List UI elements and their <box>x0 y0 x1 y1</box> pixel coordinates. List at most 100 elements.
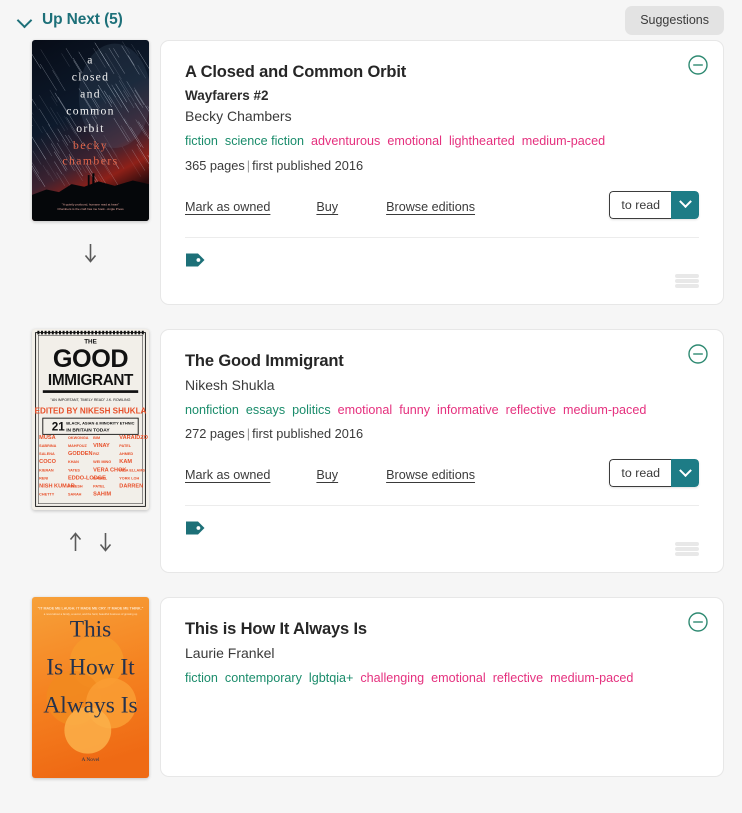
move-down-button[interactable] <box>83 242 98 264</box>
minus-circle-icon <box>687 54 709 76</box>
mood-tag[interactable]: medium-paced <box>563 403 646 417</box>
book-cover-2[interactable]: THE GOOD IMMIGRANT "AN IMPORTANT, TIMELY… <box>32 329 149 510</box>
remove-from-up-next-button[interactable] <box>687 54 709 76</box>
drag-handle-icon[interactable] <box>675 540 699 558</box>
card-footer <box>185 506 699 558</box>
book-actions: Mark as owned Buy Browse editions to rea… <box>185 191 699 223</box>
svg-text:WEI MING: WEI MING <box>93 460 111 464</box>
mood-tag[interactable]: reflective <box>506 403 556 417</box>
chevron-down-icon <box>679 195 692 208</box>
svg-text:YORK LOH: YORK LOH <box>119 476 139 480</box>
book-tags: fiction science fiction adventurous emotion… <box>185 130 555 153</box>
browse-editions-button[interactable]: Browse editions <box>386 468 475 482</box>
svg-text:Chambers is the craft has me h: Chambers is the craft has me hook - Angl… <box>57 207 124 211</box>
genre-tag[interactable]: contemporary <box>225 671 302 685</box>
move-down-button[interactable] <box>98 531 113 553</box>
book-title[interactable]: This is How It Always Is <box>185 620 699 639</box>
genre-tag[interactable]: science fiction <box>225 134 304 148</box>
book-tags: nonfiction essays politics emotional funny in… <box>185 399 555 422</box>
book-actions: Mark as owned Buy Browse editions to rea… <box>185 459 699 491</box>
buy-button[interactable]: Buy <box>316 468 338 482</box>
mark-as-owned-button[interactable]: Mark as owned <box>185 468 270 482</box>
cover-column: "IT MADE ME LAUGH. IT MADE ME CRY. IT MA… <box>20 597 160 778</box>
remove-from-up-next-button[interactable] <box>687 611 709 633</box>
book-cover-3[interactable]: "IT MADE ME LAUGH. IT MADE ME CRY. IT MA… <box>32 597 149 778</box>
drag-handle-icon[interactable] <box>675 272 699 290</box>
browse-editions-button[interactable]: Browse editions <box>386 200 475 214</box>
mood-tag[interactable]: emotional <box>387 134 442 148</box>
first-published: first published 2016 <box>252 158 363 173</box>
tag-icon <box>185 520 207 536</box>
svg-text:"AN IMPORTANT, TIMELY READ" J.: "AN IMPORTANT, TIMELY READ" J.K. ROWLING <box>50 398 130 402</box>
chevron-down-icon <box>18 13 32 27</box>
svg-text:SARAH: SARAH <box>68 492 82 496</box>
svg-text:IMMIGRANT: IMMIGRANT <box>47 372 133 389</box>
genre-tag[interactable]: nonfiction <box>185 403 239 417</box>
svg-text:HIMESH: HIMESH <box>68 484 83 488</box>
book-meta: 365 pages | first published 2016 <box>185 158 699 173</box>
book-author[interactable]: Laurie Frankel <box>185 645 699 661</box>
add-tag-button[interactable] <box>185 520 207 536</box>
shelf-status-label[interactable]: to read <box>609 191 671 219</box>
svg-text:KHAN: KHAN <box>68 460 79 464</box>
svg-text:PATEL: PATEL <box>93 484 105 488</box>
genre-tag[interactable]: essays <box>246 403 285 417</box>
genre-tag[interactable]: fiction <box>185 134 218 148</box>
genre-tag[interactable]: politics <box>292 403 331 417</box>
svg-text:BLACK, ASIAN & MINORITY ETHNIC: BLACK, ASIAN & MINORITY ETHNIC <box>66 420 134 425</box>
mood-tag[interactable]: adventurous <box>311 134 380 148</box>
shelf-status-dropdown-button[interactable] <box>671 191 699 219</box>
book-row-1: a closed and common orbit becky chambers "A q… <box>0 40 742 305</box>
shelf-status-label[interactable]: to read <box>609 459 671 487</box>
cover-column: a closed and common orbit becky chambers "A q… <box>20 40 160 265</box>
reorder-controls <box>83 241 98 265</box>
svg-text:a: a <box>87 53 93 66</box>
card-footer <box>185 238 699 290</box>
svg-text:MUSA: MUSA <box>39 435 55 441</box>
svg-text:GODDEN: GODDEN <box>68 451 92 457</box>
genre-tag[interactable]: lgbtqia+ <box>309 671 353 685</box>
up-next-collapse-toggle[interactable]: Up Next (5) <box>18 11 123 29</box>
mood-tag[interactable]: emotional <box>431 671 486 685</box>
first-published: first published 2016 <box>252 426 363 441</box>
svg-text:A Novel: A Novel <box>81 757 100 763</box>
move-up-button[interactable] <box>68 531 83 553</box>
svg-text:AHMED: AHMED <box>119 452 133 456</box>
suggestions-button[interactable]: Suggestions <box>625 6 724 35</box>
book-author[interactable]: Becky Chambers <box>185 108 699 124</box>
page-count: 365 pages <box>185 158 245 173</box>
svg-text:common: common <box>66 105 114 118</box>
buy-button[interactable]: Buy <box>316 200 338 214</box>
mood-tag[interactable]: informative <box>437 403 499 417</box>
svg-text:VINAY: VINAY <box>93 443 110 449</box>
book-title[interactable]: The Good Immigrant <box>185 352 699 371</box>
svg-text:KAM: KAM <box>119 459 132 465</box>
mark-as-owned-button[interactable]: Mark as owned <box>185 200 270 214</box>
svg-text:orbit: orbit <box>76 122 104 135</box>
mood-tag[interactable]: medium-paced <box>522 134 605 148</box>
mood-tag[interactable]: funny <box>399 403 430 417</box>
mood-tag[interactable]: lighthearted <box>449 134 515 148</box>
add-tag-button[interactable] <box>185 252 207 268</box>
mood-tag[interactable]: emotional <box>338 403 393 417</box>
mood-tag[interactable]: medium-paced <box>550 671 633 685</box>
book-title[interactable]: A Closed and Common Orbit <box>185 63 699 82</box>
svg-text:"A quietly profound, humane re: "A quietly profound, humane read at hear… <box>61 203 118 207</box>
minus-circle-icon <box>687 343 709 365</box>
book-author[interactable]: Nikesh Shukla <box>185 377 699 393</box>
genre-tag[interactable]: fiction <box>185 671 218 685</box>
shelf-status-dropdown-button[interactable] <box>671 459 699 487</box>
remove-from-up-next-button[interactable] <box>687 343 709 365</box>
mood-tag[interactable]: reflective <box>493 671 543 685</box>
svg-text:IN BRITAIN TODAY: IN BRITAIN TODAY <box>66 427 110 433</box>
svg-text:Is How It: Is How It <box>46 655 135 681</box>
book-cover-1[interactable]: a closed and common orbit becky chambers "A q… <box>32 40 149 221</box>
svg-text:KIERAN: KIERAN <box>39 468 54 472</box>
reorder-controls <box>68 530 113 554</box>
book-series[interactable]: Wayfarers #2 <box>185 88 699 103</box>
mood-tag[interactable]: challenging <box>360 671 424 685</box>
svg-text:PATEL: PATEL <box>119 444 131 448</box>
svg-text:DANIEL: DANIEL <box>93 476 108 480</box>
up-next-book-list: a closed and common orbit becky chambers "A q… <box>0 40 742 778</box>
book-card: This is How It Always Is Laurie Frankel … <box>160 597 724 777</box>
